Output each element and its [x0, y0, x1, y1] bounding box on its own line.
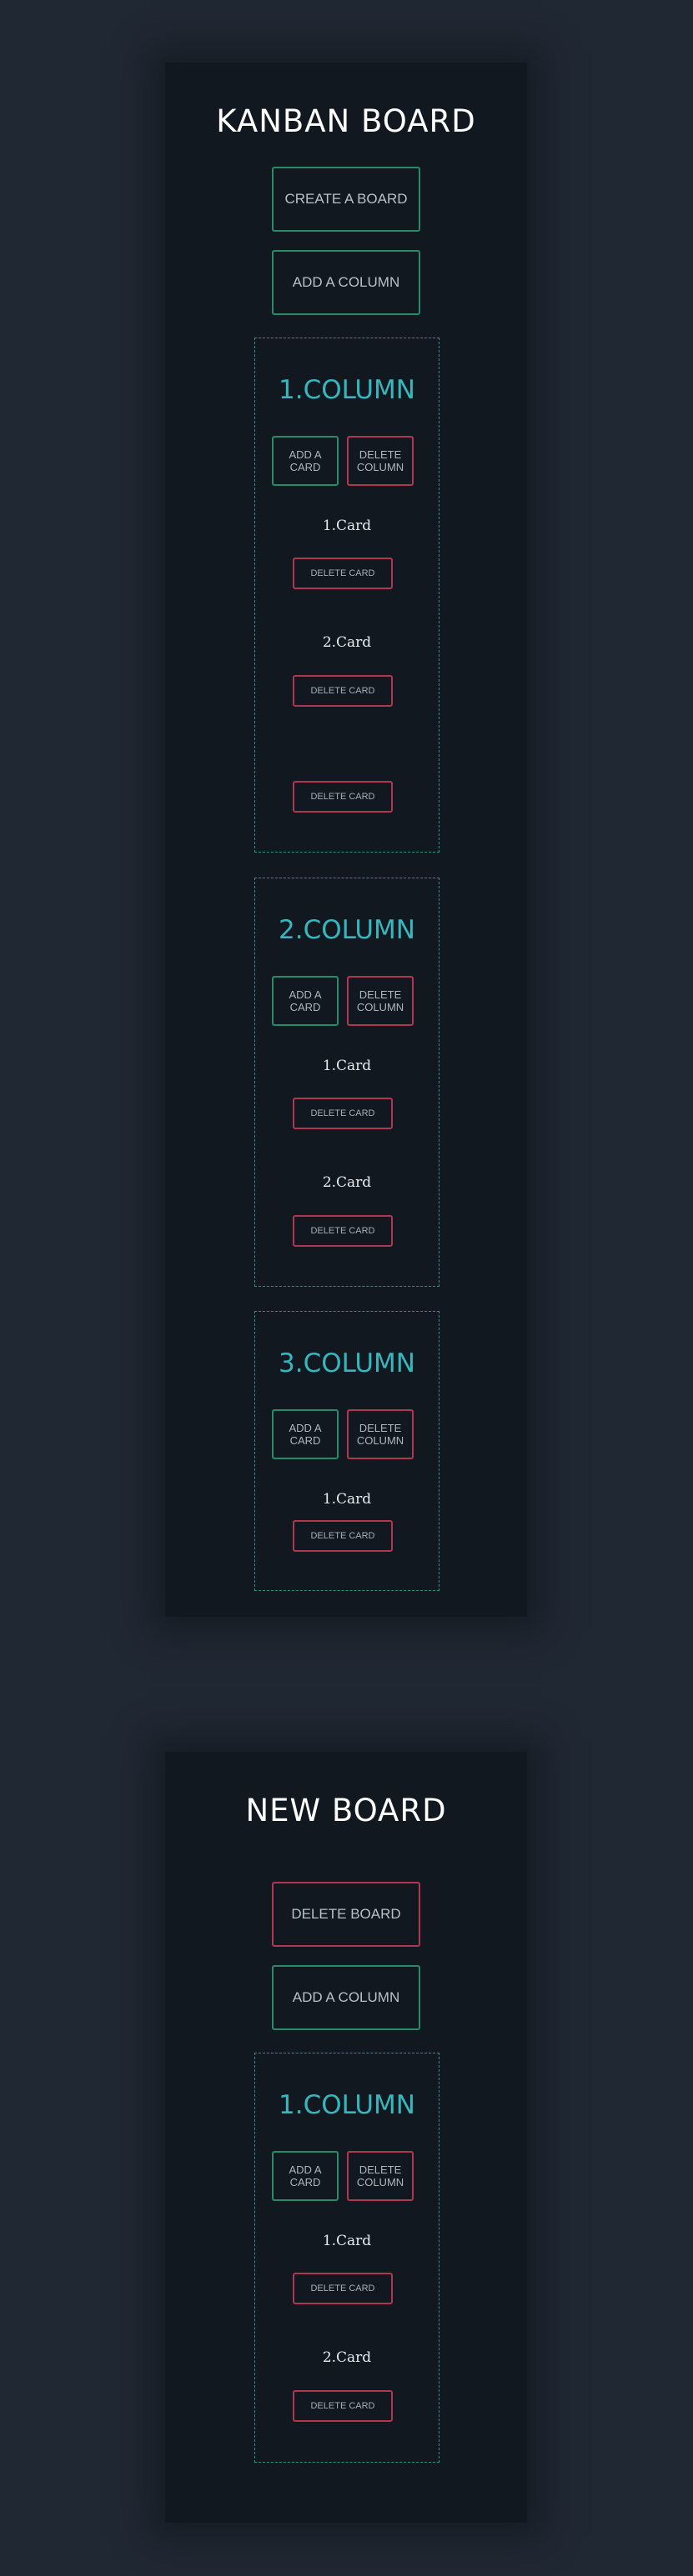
new-board-panel: NEW BOARD DELETE BOARD ADD A COLUMN 1.CO… [165, 1752, 527, 2523]
delete-card-button[interactable]: DELETE CARD [293, 1098, 393, 1129]
delete-card-button[interactable]: DELETE CARD [293, 1520, 393, 1552]
delete-column-button[interactable]: DELETE COLUMN [347, 976, 414, 1026]
delete-card-button[interactable]: DELETE CARD [293, 1215, 393, 1247]
board-title: KANBAN BOARD [216, 103, 476, 139]
delete-card-button[interactable]: DELETE CARD [293, 558, 393, 589]
delete-card-button[interactable]: DELETE CARD [293, 2273, 393, 2304]
delete-card-button[interactable]: DELETE CARD [293, 781, 393, 813]
add-column-button[interactable]: ADD A COLUMN [272, 1965, 420, 2030]
add-card-button[interactable]: ADD A CARD [272, 2151, 339, 2201]
add-card-button[interactable]: ADD A CARD [272, 1409, 339, 1459]
add-card-button[interactable]: ADD A CARD [272, 436, 339, 486]
delete-card-button[interactable]: DELETE CARD [293, 675, 393, 707]
card-title: 1.Card [322, 518, 372, 534]
card-title: 2.Card [322, 1174, 372, 1191]
card-title: 2.Card [322, 2349, 372, 2366]
board-title: NEW BOARD [245, 1793, 447, 1828]
card-title: 1.Card [322, 1491, 372, 1508]
card-title: 1.Card [322, 2233, 372, 2249]
column-title: 2.COLUMN [279, 915, 415, 945]
column: 1.COLUMN ADD A CARD DELETE COLUMN 1.Card… [254, 338, 439, 853]
column: 1.COLUMN ADD A CARD DELETE COLUMN 1.Card… [254, 2053, 439, 2463]
column: 2.COLUMN ADD A CARD DELETE COLUMN 1.Card… [254, 878, 439, 1287]
delete-board-button[interactable]: DELETE BOARD [272, 1882, 420, 1947]
create-board-button[interactable]: CREATE A BOARD [272, 167, 420, 232]
column-title: 3.COLUMN [279, 1348, 415, 1378]
delete-column-button[interactable]: DELETE COLUMN [347, 1409, 414, 1459]
card-title: 1.Card [322, 1058, 372, 1074]
card-title: 2.Card [322, 634, 372, 651]
column-title: 1.COLUMN [279, 375, 415, 405]
delete-column-button[interactable]: DELETE COLUMN [347, 2151, 414, 2201]
kanban-board-panel: KANBAN BOARD CREATE A BOARD ADD A COLUMN… [165, 63, 527, 1617]
delete-card-button[interactable]: DELETE CARD [293, 2390, 393, 2422]
delete-column-button[interactable]: DELETE COLUMN [347, 436, 414, 486]
column: 3.COLUMN ADD A CARD DELETE COLUMN 1.Card… [254, 1311, 439, 1591]
column-title: 1.COLUMN [279, 2090, 415, 2120]
add-card-button[interactable]: ADD A CARD [272, 976, 339, 1026]
add-column-button[interactable]: ADD A COLUMN [272, 250, 420, 315]
